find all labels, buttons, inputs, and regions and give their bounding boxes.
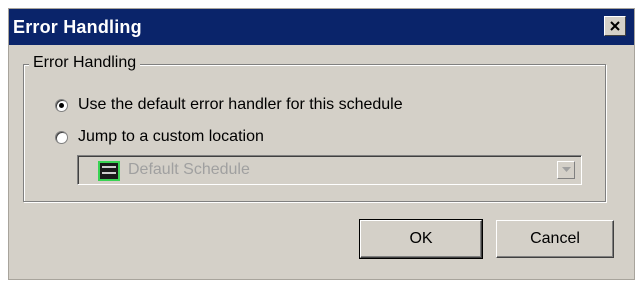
cancel-button[interactable]: Cancel: [496, 220, 614, 258]
chevron-down-icon: [561, 167, 571, 172]
location-select[interactable]: Default Schedule: [77, 155, 582, 185]
title-bar[interactable]: Error Handling: [9, 9, 634, 45]
radio-button-selected[interactable]: [55, 98, 68, 112]
ok-button[interactable]: OK: [359, 219, 483, 259]
location-select-value: Default Schedule: [128, 161, 250, 178]
close-icon: [610, 21, 620, 31]
close-button[interactable]: [604, 16, 626, 36]
radio-default-handler[interactable]: Use the default error handler for this s…: [55, 96, 403, 114]
radio-default-handler-label[interactable]: Use the default error handler for this s…: [78, 96, 403, 114]
radio-custom-location-label[interactable]: Jump to a custom location: [78, 128, 264, 146]
radio-custom-location[interactable]: Jump to a custom location: [55, 128, 264, 146]
schedule-icon: [98, 161, 120, 181]
radio-button-unselected[interactable]: [55, 130, 68, 144]
window-title: Error Handling: [13, 16, 142, 37]
dropdown-arrow-button[interactable]: [557, 161, 575, 179]
groupbox-legend: Error Handling: [29, 54, 141, 72]
radio-dot: [59, 102, 64, 108]
